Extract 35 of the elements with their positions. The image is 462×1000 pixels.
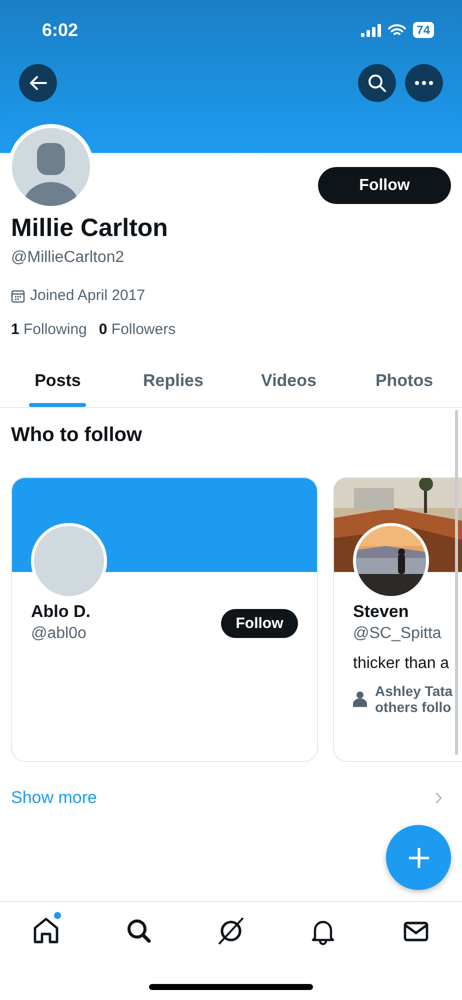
following-link[interactable]: 1 Following [11, 321, 87, 338]
person-icon [353, 691, 367, 707]
chevron-right-icon [435, 792, 442, 804]
wifi-icon [388, 24, 406, 36]
followed-by-text: Ashley Tata others follo [375, 683, 453, 715]
user-name: Ablo D. [31, 602, 90, 622]
status-time: 6:02 [42, 20, 78, 40]
back-arrow-icon [29, 75, 47, 91]
profile-tab[interactable]: Replies [116, 361, 231, 407]
signal-icon [360, 24, 381, 36]
user-name: Steven [353, 602, 410, 622]
more-icon [415, 81, 433, 85]
join-date: Joined April 2017 [30, 287, 146, 304]
compose-button[interactable] [386, 825, 451, 890]
follow-button[interactable]: Follow [221, 609, 298, 638]
search-icon [368, 74, 386, 92]
user-handle: @SC_Spitta [353, 625, 442, 643]
suggestion-card[interactable]: Ablo D. @abl0o Follow [11, 477, 318, 762]
profile-tab[interactable]: Photos [346, 361, 462, 407]
user-handle: @abl0o [31, 625, 88, 643]
section-title: Who to follow [11, 424, 144, 447]
battery-level: 74 [412, 22, 434, 38]
back-button[interactable] [19, 64, 57, 102]
profile-tab[interactable]: Videos [231, 361, 346, 407]
user-bio: thicker than a [353, 655, 450, 673]
search-button[interactable] [358, 64, 396, 102]
profile-handle: @MillieCarlton2 [11, 249, 126, 267]
calendar-icon [11, 288, 25, 302]
plus-icon [406, 846, 430, 870]
profile-name: Millie Carlton [11, 214, 169, 243]
followers-link[interactable]: 0 Followers [98, 321, 176, 338]
follow-button[interactable]: Follow [318, 167, 451, 204]
grok-tab[interactable] [216, 916, 246, 946]
profile-tab[interactable]: Posts [0, 361, 116, 407]
more-button[interactable] [405, 64, 443, 102]
